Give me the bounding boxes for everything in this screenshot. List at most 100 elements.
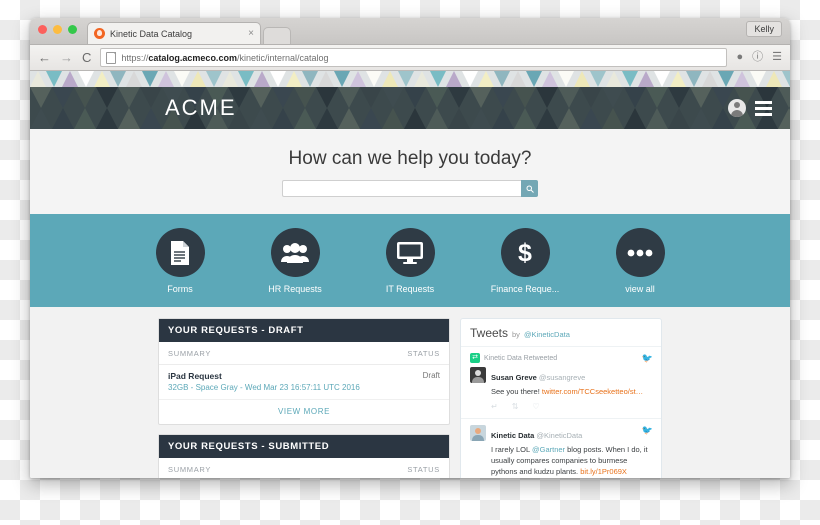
- tweet-link[interactable]: bit.ly/1Pr069X: [580, 467, 627, 476]
- column-status: STATUS: [389, 458, 449, 478]
- triangle: [414, 71, 430, 87]
- maximize-window-button[interactable]: [68, 24, 77, 34]
- hamburger-menu-icon[interactable]: [755, 100, 772, 116]
- view-more-link[interactable]: VIEW MORE: [159, 400, 449, 424]
- tweet-text-part-1: See you there!: [491, 387, 542, 396]
- browser-tab[interactable]: Kinetic Data Catalog ×: [87, 22, 261, 44]
- twitter-header-handle[interactable]: @KineticData: [524, 330, 570, 339]
- tweet-author-handle[interactable]: @susangreve: [539, 373, 585, 382]
- new-tab-button[interactable]: [263, 27, 291, 44]
- triangle: [542, 71, 558, 87]
- column-summary: SUMMARY: [159, 342, 393, 365]
- monitor-icon: [385, 228, 435, 277]
- triangle: [670, 71, 686, 87]
- retweet-icon: ⇄: [470, 353, 480, 363]
- browser-tabstrip: Kinetic Data Catalog × Kelly: [30, 18, 790, 45]
- like-icon[interactable]: ♡: [532, 402, 539, 411]
- kinetic-data-favicon: [94, 28, 105, 39]
- category-label: Forms: [167, 284, 193, 294]
- tweet-avatar[interactable]: [470, 424, 486, 441]
- tweet-body: Kinetic Data @KineticData I rarely LOL @Ga…: [470, 424, 652, 478]
- submitted-panel-title: YOUR REQUESTS - SUBMITTED: [159, 435, 449, 458]
- category-label: IT Requests: [385, 284, 435, 294]
- triangle: [382, 71, 398, 87]
- reload-icon[interactable]: C: [82, 51, 91, 64]
- triangle: [190, 71, 206, 87]
- category-band: Forms HR Requests IT Requests $ Finance Requ…: [30, 214, 790, 307]
- triangle: [94, 71, 110, 87]
- triangle: [690, 87, 712, 129]
- people-icon: [270, 228, 320, 277]
- tweet-item[interactable]: 🐦 ⇄ Kinetic Data Retweeted Susan Greve @susa…: [461, 347, 661, 419]
- window-controls: [38, 18, 77, 44]
- extension-icon[interactable]: ●: [736, 52, 743, 63]
- tweet-text: I rarely LOL @Gartner blog posts. When I…: [491, 445, 652, 478]
- table-row[interactable]: iPad Request 32GB - Space Gray - Wed Mar …: [159, 364, 449, 400]
- close-tab-icon[interactable]: ×: [248, 28, 254, 39]
- tweet-mention[interactable]: @Gartner: [532, 445, 565, 454]
- address-bar[interactable]: https://catalog.acmeco.com/kinetic/inter…: [100, 48, 728, 67]
- triangle: [430, 71, 446, 87]
- triangle: [514, 87, 536, 129]
- tweet-item[interactable]: 🐦 Kinetic Data @KineticData I rarely LOL @G…: [461, 419, 661, 478]
- twitter-header-title: Tweets: [470, 326, 509, 340]
- request-subtitle[interactable]: 32GB - Space Gray - Wed Mar 23 16:57:11 …: [168, 383, 384, 392]
- triangle: [142, 71, 158, 87]
- triangle: [398, 71, 414, 87]
- triangle: [462, 71, 478, 87]
- draft-requests-table: SUMMARY STATUS iPad Request 32GB - Space …: [159, 342, 449, 400]
- menu-icon[interactable]: ☰: [772, 52, 782, 63]
- category-item-it-requests[interactable]: IT Requests: [367, 228, 453, 294]
- main-content: YOUR REQUESTS - DRAFT SUMMARY STATUS iPa…: [30, 307, 790, 478]
- minimize-window-button[interactable]: [53, 24, 62, 34]
- category-item-finance-reque[interactable]: $ Finance Reque...: [482, 228, 568, 294]
- forward-icon[interactable]: →: [60, 51, 73, 64]
- category-label: HR Requests: [268, 284, 322, 294]
- triangle: [318, 71, 334, 87]
- column-summary: SUMMARY: [159, 458, 390, 478]
- brand-logo[interactable]: ACME: [165, 95, 237, 121]
- triangle: [270, 71, 286, 87]
- triangle: [574, 71, 590, 87]
- tweet-main: Kinetic Data @KineticData I rarely LOL @Ga…: [491, 425, 652, 478]
- triangle: [536, 87, 558, 129]
- triangle: [686, 71, 702, 87]
- url-scheme: https://: [121, 52, 149, 63]
- twitter-bird-icon: 🐦: [641, 424, 653, 435]
- reply-icon[interactable]: ↵: [491, 402, 498, 411]
- submitted-requests-table: SUMMARY STATUS iPad Request16GB - Space …: [159, 458, 449, 478]
- url-domain: catalog.acmeco.com: [148, 52, 237, 63]
- triangle: [30, 87, 52, 129]
- dollar-icon: $: [500, 228, 550, 277]
- search-button[interactable]: [521, 180, 538, 197]
- tweet-author-handle[interactable]: @KineticData: [536, 431, 582, 440]
- tweet-author-name[interactable]: Kinetic Data: [491, 431, 534, 440]
- tweet-avatar[interactable]: [470, 367, 486, 383]
- search-input[interactable]: [282, 180, 521, 197]
- triangle: [294, 87, 316, 129]
- triangle: [140, 87, 162, 129]
- triangle: [624, 87, 646, 129]
- triangle: [404, 87, 426, 129]
- tweet-author-name[interactable]: Susan Greve: [491, 373, 537, 382]
- table-header-row: SUMMARY STATUS: [159, 458, 449, 478]
- twitter-widget: Tweets by @KineticData 🐦 ⇄ Kinetic Data Re…: [460, 318, 662, 478]
- tweet-list: 🐦 ⇄ Kinetic Data Retweeted Susan Greve @susa…: [461, 347, 661, 478]
- category-item-forms[interactable]: Forms: [137, 228, 223, 294]
- info-icon[interactable]: ⓘ: [752, 52, 763, 63]
- retweet-action-icon[interactable]: ⇅: [512, 402, 519, 411]
- requests-column: YOUR REQUESTS - DRAFT SUMMARY STATUS iPa…: [158, 318, 450, 478]
- close-window-button[interactable]: [38, 24, 47, 34]
- triangle: [702, 71, 718, 87]
- triangle: [622, 71, 638, 87]
- tweet-link[interactable]: twitter.com/TCCseeketteo/st…: [542, 387, 643, 396]
- back-icon[interactable]: ←: [38, 51, 51, 64]
- profile-button[interactable]: Kelly: [746, 21, 782, 37]
- triangle: [638, 71, 654, 87]
- category-item-view-all[interactable]: view all: [597, 228, 683, 294]
- page-title: How can we help you today?: [288, 148, 532, 169]
- retweet-label: Kinetic Data Retweeted: [484, 354, 558, 362]
- triangle: [580, 87, 602, 129]
- category-item-hr-requests[interactable]: HR Requests: [252, 228, 338, 294]
- user-avatar-icon[interactable]: [728, 99, 746, 117]
